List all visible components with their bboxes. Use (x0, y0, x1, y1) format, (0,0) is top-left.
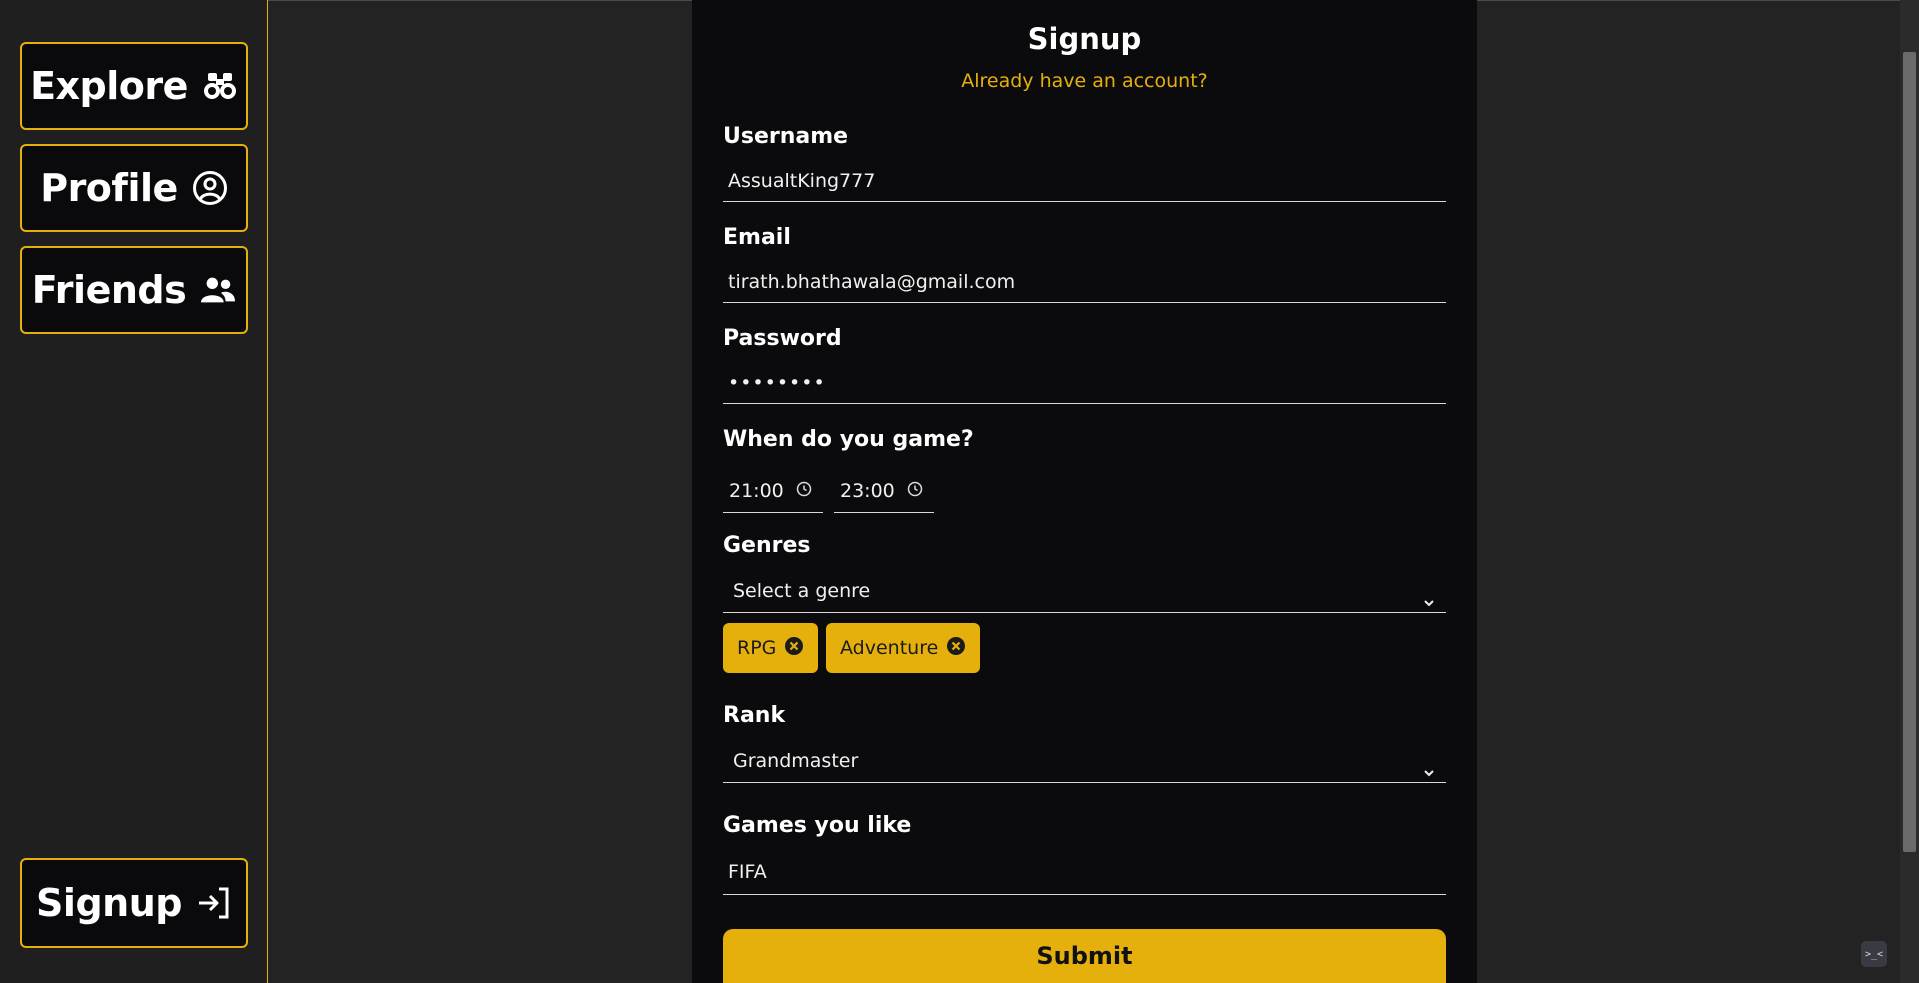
sidebar-item-profile[interactable]: Profile (20, 144, 248, 232)
genre-select[interactable]: Select a genre (723, 571, 1446, 613)
extension-icon[interactable]: >_< (1861, 941, 1887, 967)
clock-icon (907, 470, 923, 512)
sidebar: Explore Profile Friends Signup (0, 0, 268, 983)
genre-chip: RPG (723, 623, 819, 673)
schedule-label: When do you game? (723, 427, 974, 452)
submit-button[interactable]: Submit (723, 929, 1446, 983)
genre-select-value: Select a genre (733, 580, 871, 602)
genre-chip: Adventure (826, 623, 981, 673)
games-label: Games you like (723, 813, 912, 838)
password-field[interactable]: •••••••• (723, 364, 1446, 404)
scrollbar-thumb[interactable] (1903, 52, 1916, 852)
email-label: Email (723, 225, 791, 250)
sidebar-item-signup[interactable]: Signup (20, 858, 248, 948)
games-field[interactable]: FIFA (723, 853, 1446, 895)
rank-select[interactable]: Grandmaster (723, 741, 1446, 783)
users-icon (200, 272, 236, 308)
genre-chip-label: RPG (737, 637, 777, 659)
username-field[interactable]: AssualtKing777 (723, 162, 1446, 202)
sidebar-item-label: Explore (30, 64, 188, 108)
start-time-input[interactable]: 21:00 (723, 469, 823, 513)
genres-label: Genres (723, 533, 811, 558)
login-link[interactable]: Already have an account? (692, 70, 1477, 92)
end-time-value: 23:00 (840, 479, 895, 502)
genre-chip-label: Adventure (840, 637, 939, 659)
sidebar-item-explore[interactable]: Explore (20, 42, 248, 130)
rank-select-value: Grandmaster (733, 750, 859, 772)
sidebar-item-label: Friends (31, 268, 187, 312)
chevron-down-icon (1422, 754, 1436, 794)
rank-label: Rank (723, 703, 786, 728)
user-circle-icon (192, 170, 228, 206)
end-time-input[interactable]: 23:00 (834, 469, 934, 513)
form-title: Signup (1027, 22, 1142, 56)
username-label: Username (723, 124, 849, 149)
close-icon[interactable] (784, 636, 804, 661)
sign-in-icon (196, 885, 232, 921)
password-label: Password (723, 326, 842, 351)
clock-icon (796, 470, 812, 512)
sidebar-item-label: Signup (36, 881, 182, 925)
sidebar-item-label: Profile (40, 166, 178, 210)
close-icon[interactable] (946, 636, 966, 661)
binoculars-icon (202, 68, 238, 104)
email-field[interactable]: tirath.bhathawala@gmail.com (723, 263, 1446, 303)
sidebar-item-friends[interactable]: Friends (20, 246, 248, 334)
signup-form: Signup Already have an account? Username… (692, 0, 1477, 983)
scrollbar[interactable] (1900, 0, 1919, 983)
chevron-down-icon (1422, 584, 1436, 624)
start-time-value: 21:00 (729, 479, 784, 502)
